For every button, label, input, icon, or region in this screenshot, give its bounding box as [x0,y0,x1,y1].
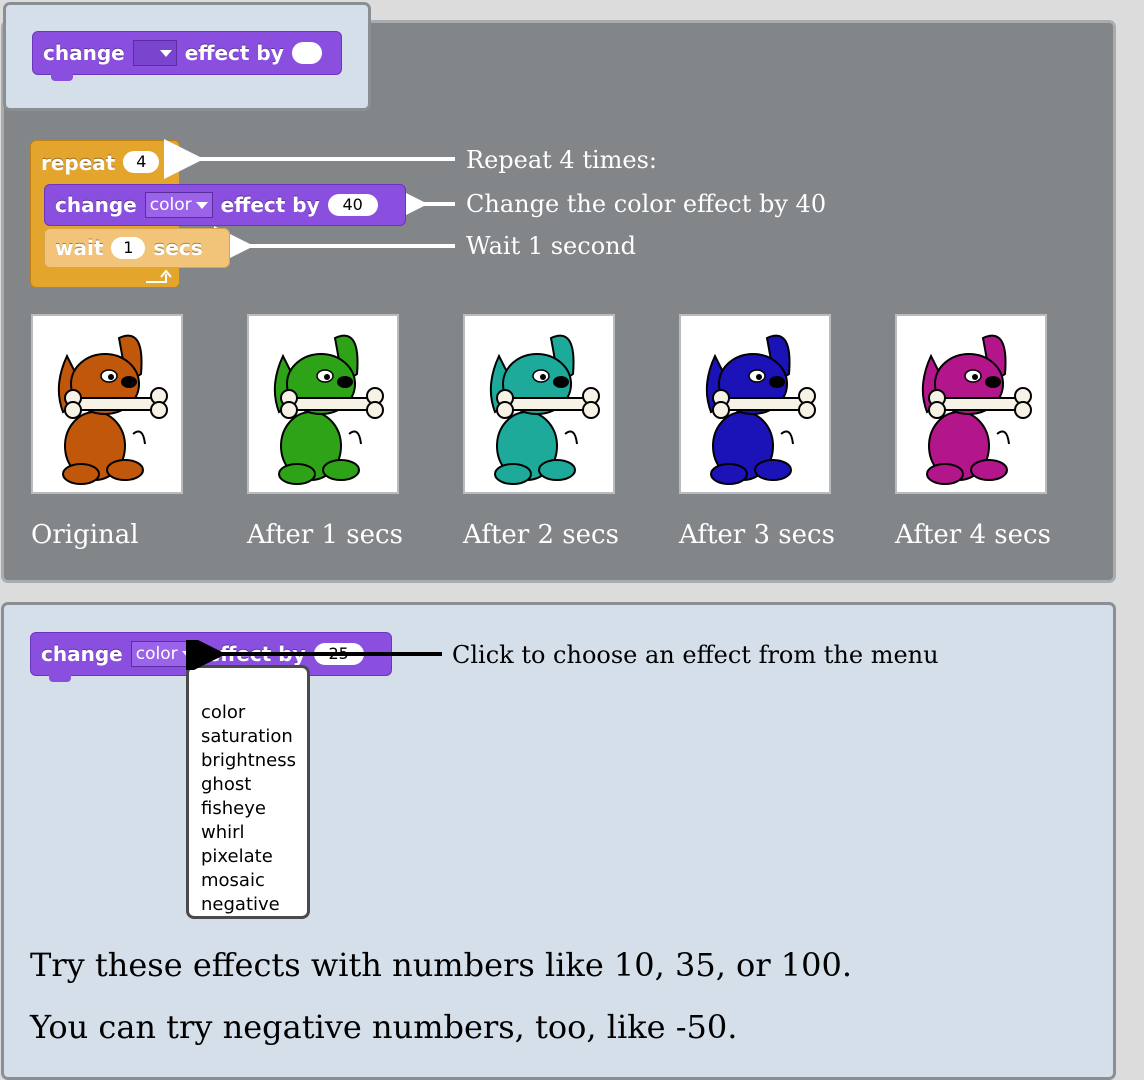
costume-caption: After 2 secs [463,520,619,550]
menu-item-whirl[interactable]: whirl [201,821,307,845]
menu-item-saturation[interactable]: saturation [201,725,307,749]
chevron-down-icon [159,49,172,57]
instruction-line-2: You can try negative numbers, too, like … [30,1008,738,1046]
instruction-line-1: Try these effects with numbers like 10, … [30,946,853,984]
dog-icon [273,334,384,485]
menu-item-mosaic[interactable]: mosaic [201,869,307,893]
effect-dropdown[interactable] [132,40,177,66]
effect-dropdown[interactable]: color [144,192,213,218]
costume-image [247,314,399,494]
costume-caption: Original [31,520,139,550]
costume-image [895,314,1047,494]
change-effect-block[interactable]: change effect by [32,31,342,81]
change-value-input[interactable]: 40 [327,194,378,216]
menu-item-ghost[interactable]: ghost [201,773,307,797]
chevron-down-icon [195,201,208,209]
block-label-effect-by: effect by [184,41,284,65]
annotation-wait: Wait 1 second [466,232,636,260]
dog-icon [489,334,600,485]
dog-icon [921,334,1032,485]
costume-image [679,314,831,494]
dog-icon [57,334,168,485]
loop-arrow-icon [146,269,172,283]
menu-item-negative[interactable]: negative [201,893,307,917]
effect-dropdown-value: color [149,195,192,215]
change-label: change [55,193,137,217]
costume-image [31,314,183,494]
wait-block[interactable]: wait 1 secs [44,228,230,268]
block-palette-card: change effect by [3,2,371,111]
costume-caption: After 1 secs [247,520,403,550]
menu-hint-arrow [186,640,442,670]
effect-menu: color saturation brightness ghost fishey… [186,665,310,919]
menu-item-color[interactable]: color [201,701,307,725]
annotation-change: Change the color effect by 40 [466,190,827,218]
annotation-menu-hint: Click to choose an effect from the menu [452,641,939,669]
effect-by-label: effect by [220,193,320,217]
costume-image [463,314,615,494]
secs-label: secs [153,236,203,260]
menu-item-fisheye[interactable]: fisheye [201,797,307,821]
dog-icon [705,334,816,485]
wait-value-input[interactable]: 1 [111,237,146,259]
value-input[interactable] [291,42,322,64]
costume-caption: After 3 secs [679,520,835,550]
menu-item-brightness[interactable]: brightness [201,749,307,773]
annotation-repeat: Repeat 4 times: [466,146,658,174]
costume-caption: After 4 secs [895,520,1051,550]
menu-item-pixelate[interactable]: pixelate [201,845,307,869]
wait-label: wait [55,236,104,260]
block-label-change: change [43,41,125,65]
change-color-effect-block[interactable]: change color effect by 40 [44,184,406,226]
